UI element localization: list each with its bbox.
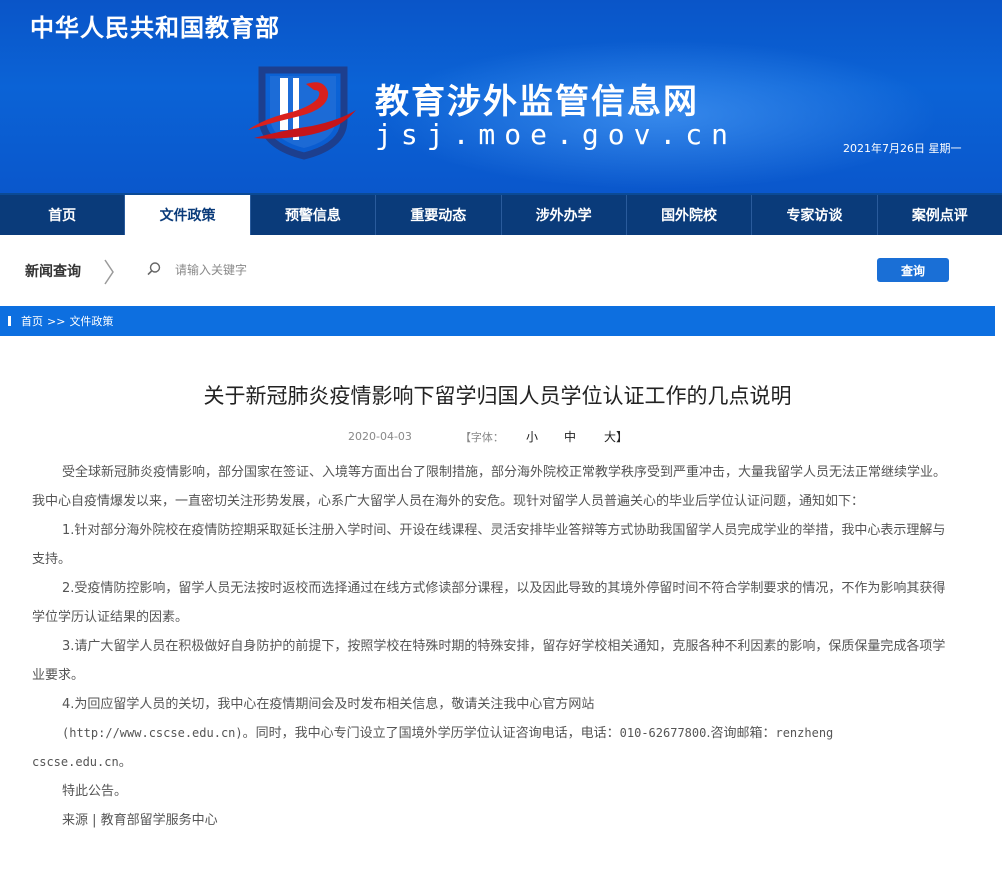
article-body: 受全球新冠肺炎疫情影响，部分国家在签证、入境等方面出台了限制措施，部分海外院校正… [32, 458, 952, 835]
paragraph-4-line1: 4.为回应留学人员的关切，我中心在疫情期间会及时发布相关信息，敬请关注我中心官方… [62, 697, 595, 712]
site-banner: 中华人民共和国教育部 教育涉外监管信息网 jsj.moe.gov.cn 2021… [0, 0, 1002, 193]
site-logo-icon[interactable] [244, 60, 364, 160]
paragraph-4-email-domain: cscse.edu.cn。 [32, 748, 952, 777]
site-title[interactable]: 教育涉外监管信息网 [375, 74, 699, 123]
breadcrumb: 首页 >> 文件政策 [0, 306, 995, 336]
consult-email-user[interactable]: renzheng [775, 726, 833, 740]
paragraph-2: 2.受疫情防控影响，留学人员无法按时返校而选择通过在线方式修读部分课程，以及因此… [32, 581, 946, 625]
nav-item-foreign-schooling[interactable]: 涉外办学 [502, 195, 627, 235]
paragraph-3: 3.请广大留学人员在积极做好自身防护的前提下，按照学校在特殊时期的特殊安排，留存… [32, 639, 946, 683]
paragraph-4-contact: (http://www.cscse.edu.cn)。同时，我中心专门设立了国境外… [32, 719, 952, 748]
font-size-medium-button[interactable]: 中 [564, 428, 576, 445]
paragraph-1: 1.针对部分海外院校在疫情防控期采取延长注册入学时间、开设在线课程、灵活安排毕业… [32, 523, 946, 567]
consult-phone: 010-62677800 [619, 726, 707, 740]
nav-item-alerts[interactable]: 预警信息 [251, 195, 377, 235]
paragraph-intro: 受全球新冠肺炎疫情影响，部分国家在签证、入境等方面出台了限制措施，部分海外院校正… [32, 465, 947, 509]
article-source: 来源 | 教育部留学服务中心 [62, 813, 218, 828]
breadcrumb-home-link[interactable]: 首页 [21, 313, 43, 329]
paragraph-4-end: 。 [118, 755, 132, 770]
consult-email-domain[interactable]: cscse.edu.cn [32, 755, 119, 769]
nav-item-home[interactable]: 首页 [0, 195, 126, 235]
news-search-bar: 新闻查询 [0, 237, 1002, 305]
main-nav: 首页 文件政策 预警信息 重要动态 涉外办学 国外院校 专家访谈 案例点评 [0, 193, 1002, 235]
current-date: 2021年7月26日 星期一 [843, 142, 962, 155]
closing-note: 特此公告。 [62, 784, 128, 799]
search-button[interactable]: 查询 [877, 258, 949, 282]
nav-item-news[interactable]: 重要动态 [376, 195, 502, 235]
font-size-prefix: 【字体： [459, 430, 504, 444]
article-meta: 2020-04-03 【字体： 小 中 大】 [348, 428, 628, 445]
ministry-name[interactable]: 中华人民共和国教育部 [30, 8, 280, 43]
article-title: 关于新冠肺炎疫情影响下留学归国人员学位认证工作的几点说明 [203, 384, 792, 408]
breadcrumb-marker [8, 316, 11, 326]
nav-item-policy[interactable]: 文件政策 [125, 195, 251, 235]
font-size-large-button[interactable]: 大】 [604, 428, 628, 445]
paragraph-4-rest: 。同时，我中心专门设立了国境外学历学位认证咨询电话，电话： [242, 726, 620, 741]
site-domain: jsj.moe.gov.cn [375, 118, 738, 151]
mail-label: .咨询邮箱： [706, 726, 776, 741]
nav-item-case-reviews[interactable]: 案例点评 [878, 195, 1002, 235]
search-icon [147, 262, 161, 276]
font-size-small-button[interactable]: 小 [526, 428, 538, 445]
breadcrumb-separator: >> [47, 314, 66, 328]
chevron-right-icon [104, 259, 114, 285]
official-site-link[interactable]: (http://www.cscse.edu.cn) [62, 726, 243, 740]
search-input[interactable] [175, 259, 775, 281]
publish-date: 2020-04-03 [348, 430, 412, 443]
breadcrumb-current-link[interactable]: 文件政策 [69, 313, 113, 329]
nav-item-foreign-institutions[interactable]: 国外院校 [627, 195, 753, 235]
nav-item-expert-interviews[interactable]: 专家访谈 [752, 195, 878, 235]
search-label: 新闻查询 [25, 264, 81, 280]
